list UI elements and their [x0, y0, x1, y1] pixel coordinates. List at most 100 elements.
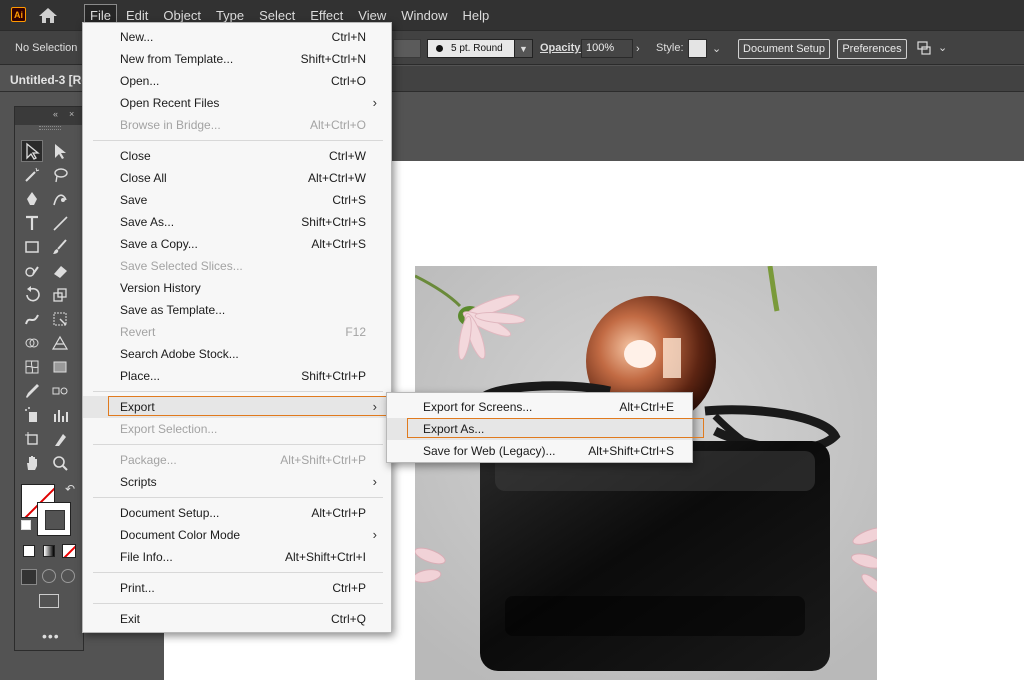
chevron-down-icon[interactable]: ⌄: [712, 42, 721, 55]
tools-panel-header[interactable]: « ×: [15, 107, 83, 125]
menu-item-save-a-copy[interactable]: Save a Copy... Alt+Ctrl+S: [83, 233, 391, 255]
edit-toolbar-icon[interactable]: •••: [42, 628, 60, 644]
opacity-label[interactable]: Opacity:: [540, 42, 584, 54]
menu-item-browse-in-bridge: Browse in Bridge... Alt+Ctrl+O: [83, 114, 391, 136]
menu-item-shortcut: Alt+Ctrl+W: [307, 171, 366, 185]
column-graph-tool-icon[interactable]: [49, 404, 71, 426]
draw-behind-icon[interactable]: [42, 569, 56, 583]
stroke-color-box[interactable]: [37, 502, 71, 536]
gradient-tool-icon[interactable]: [49, 356, 71, 378]
eyedropper-tool-icon[interactable]: [21, 380, 43, 402]
menu-item-document-color-mode[interactable]: Document Color Mode ›: [83, 524, 391, 546]
draw-normal-icon[interactable]: [21, 569, 37, 585]
menu-item-label: New from Template...: [120, 52, 234, 66]
menu-item-close-all[interactable]: Close All Alt+Ctrl+W: [83, 167, 391, 189]
chevron-down-icon[interactable]: ⌄: [938, 41, 947, 54]
menu-item-new[interactable]: New... Ctrl+N: [83, 26, 391, 48]
menu-item-new-from-template[interactable]: New from Template... Shift+Ctrl+N: [83, 48, 391, 70]
menu-item-close[interactable]: Close Ctrl+W: [83, 145, 391, 167]
chevron-down-icon[interactable]: ▼: [514, 40, 532, 57]
menu-item-search-adobe-stock[interactable]: Search Adobe Stock...: [83, 343, 391, 365]
menu-item-version-history[interactable]: Version History: [83, 277, 391, 299]
symbol-sprayer-tool-icon[interactable]: [21, 404, 43, 426]
home-icon[interactable]: [38, 6, 58, 24]
arrange-documents-icon[interactable]: [916, 40, 932, 56]
hand-tool-icon[interactable]: [21, 452, 43, 474]
brush-definition-select[interactable]: 5 pt. Round ▼: [427, 39, 533, 58]
eraser-tool-icon[interactable]: [49, 260, 71, 282]
menu-item-export[interactable]: Export ›: [83, 396, 396, 418]
blend-tool-icon[interactable]: [49, 380, 71, 402]
submenu-item-export-as[interactable]: Export As...: [387, 418, 704, 440]
menu-item-export-selection: Export Selection...: [83, 418, 391, 440]
menu-item-save-as-template[interactable]: Save as Template...: [83, 299, 391, 321]
collapse-icon[interactable]: «: [53, 109, 58, 119]
menu-item-place[interactable]: Place... Shift+Ctrl+P: [83, 365, 391, 387]
menu-item-label: Save As...: [120, 215, 175, 229]
shaper-tool-icon[interactable]: [21, 260, 43, 282]
graphic-style-swatch[interactable]: [688, 39, 707, 58]
scale-tool-icon[interactable]: [49, 284, 71, 306]
slice-tool-icon[interactable]: [49, 428, 71, 450]
curvature-tool-icon[interactable]: [49, 188, 71, 210]
document-setup-button[interactable]: Document Setup: [738, 39, 830, 59]
menu-item-shortcut: Alt+Ctrl+S: [311, 237, 366, 251]
menu-item-document-setup[interactable]: Document Setup... Alt+Ctrl+P: [83, 502, 391, 524]
menu-item-scripts[interactable]: Scripts ›: [83, 471, 391, 493]
zoom-tool-icon[interactable]: [49, 452, 71, 474]
menu-window[interactable]: Window: [395, 4, 453, 28]
tools-panel: « × ↶ •••: [14, 106, 84, 651]
menu-item-shortcut: Ctrl+W: [329, 149, 366, 163]
swap-fill-stroke-icon[interactable]: ↶: [65, 482, 75, 496]
menu-item-open[interactable]: Open... Ctrl+O: [83, 70, 391, 92]
menu-item-save[interactable]: Save Ctrl+S: [83, 189, 391, 211]
menu-item-open-recent-files[interactable]: Open Recent Files ›: [83, 92, 391, 114]
submenu-item-export-for-screens[interactable]: Export for Screens... Alt+Ctrl+E: [387, 396, 692, 418]
opacity-input[interactable]: 100%: [581, 39, 633, 58]
lasso-tool-icon[interactable]: [49, 164, 71, 186]
shape-builder-tool-icon[interactable]: [21, 332, 43, 354]
color-mode-icon[interactable]: [23, 545, 35, 557]
line-segment-tool-icon[interactable]: [49, 212, 71, 234]
submenu-item-save-for-web-legacy[interactable]: Save for Web (Legacy)... Alt+Shift+Ctrl+S: [387, 440, 692, 462]
drag-handle[interactable]: [39, 126, 61, 130]
screen-mode-icon[interactable]: [39, 594, 59, 608]
menu-item-label: File Info...: [120, 550, 173, 564]
mesh-tool-icon[interactable]: [21, 356, 43, 378]
menu-item-label: Revert: [120, 325, 156, 339]
none-mode-icon[interactable]: [62, 544, 76, 558]
menu-separator: [93, 497, 383, 498]
export-submenu: Export for Screens... Alt+Ctrl+E Export As…: [386, 392, 704, 463]
menu-item-exit[interactable]: Exit Ctrl+Q: [83, 608, 391, 630]
menu-item-label: Save: [120, 193, 148, 207]
menu-item-print[interactable]: Print... Ctrl+P: [83, 577, 391, 599]
menu-item-shortcut: Ctrl+S: [332, 193, 366, 207]
type-tool-icon[interactable]: [21, 212, 43, 234]
menu-item-label: Save a Copy...: [120, 237, 198, 251]
stroke-color-swatch[interactable]: [393, 39, 421, 58]
perspective-grid-tool-icon[interactable]: [49, 332, 71, 354]
magic-wand-tool-icon[interactable]: [21, 164, 43, 186]
rectangle-tool-icon[interactable]: [21, 236, 43, 258]
menu-item-save-as[interactable]: Save As... Shift+Ctrl+S: [83, 211, 391, 233]
default-fill-stroke-icon[interactable]: [21, 520, 31, 530]
menu-item-shortcut: Alt+Shift+Ctrl+P: [280, 453, 366, 467]
placed-image[interactable]: [415, 266, 877, 680]
paintbrush-tool-icon[interactable]: [49, 236, 71, 258]
selection-tool-icon[interactable]: [21, 140, 43, 162]
artboard-tool-icon[interactable]: [21, 428, 43, 450]
direct-selection-tool-icon[interactable]: [49, 140, 71, 162]
gradient-mode-icon[interactable]: [43, 545, 55, 557]
menu-item-label: Document Setup...: [120, 506, 220, 520]
warp-tool-icon[interactable]: [21, 308, 43, 330]
menu-item-file-info[interactable]: File Info... Alt+Shift+Ctrl+I: [83, 546, 391, 568]
draw-inside-icon[interactable]: [61, 569, 75, 583]
chevron-right-icon[interactable]: ›: [636, 43, 640, 55]
menu-help[interactable]: Help: [456, 4, 495, 28]
free-transform-tool-icon[interactable]: [49, 308, 71, 330]
preferences-button[interactable]: Preferences: [837, 39, 907, 59]
rotate-tool-icon[interactable]: [21, 284, 43, 306]
pen-tool-icon[interactable]: [21, 188, 43, 210]
close-icon[interactable]: ×: [69, 109, 74, 119]
menu-item-shortcut: Alt+Ctrl+P: [311, 506, 366, 520]
